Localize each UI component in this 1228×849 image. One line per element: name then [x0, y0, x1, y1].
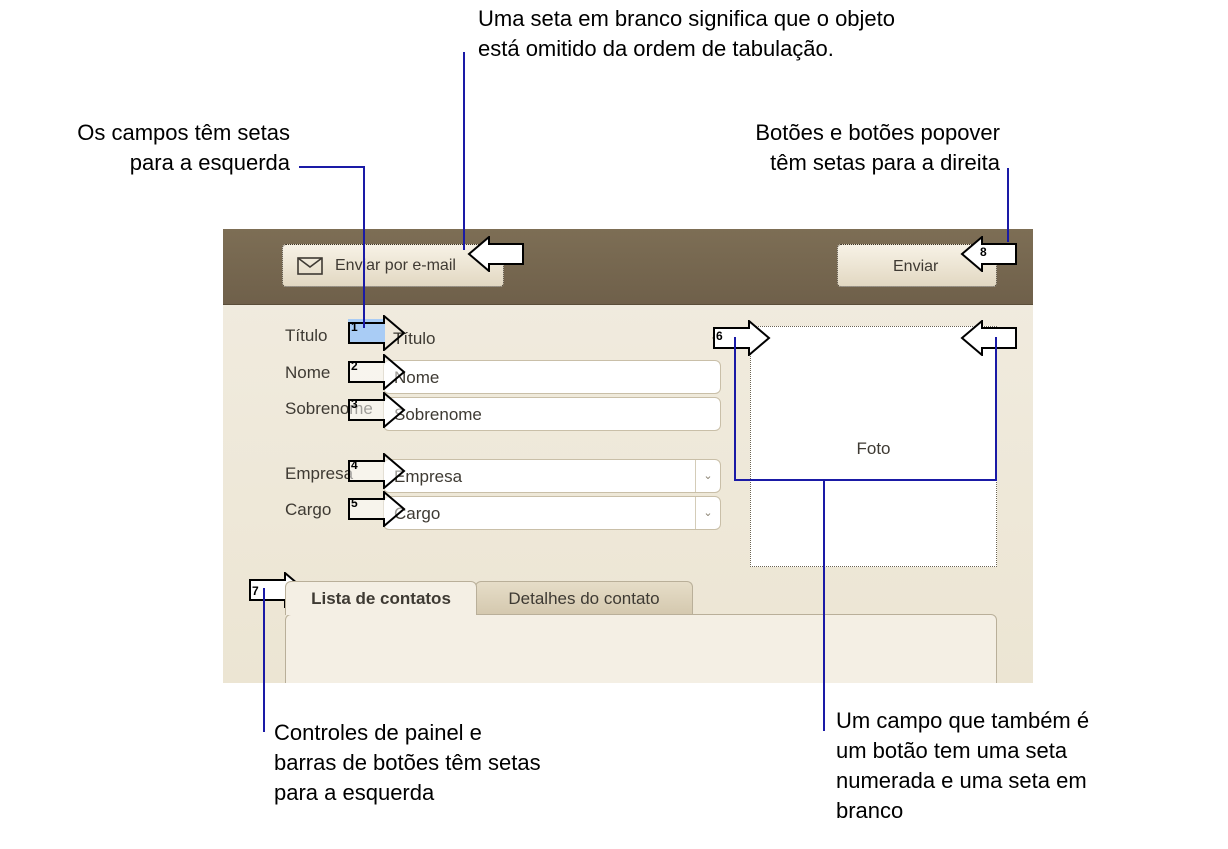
- chevron-down-icon[interactable]: ⌄: [695, 497, 720, 529]
- tab-detalhes-do-contato[interactable]: Detalhes do contato: [475, 581, 693, 615]
- send-label: Enviar: [893, 258, 939, 275]
- envelope-icon: [297, 257, 323, 275]
- leader-line: [299, 166, 364, 168]
- photo-label: Foto: [856, 439, 891, 458]
- callout-blank-arrow: Uma seta em branco significa que o objet…: [478, 6, 896, 61]
- tab-order-number: 4: [351, 458, 358, 472]
- leader-line: [263, 588, 265, 732]
- sobrenome-field[interactable]: Sobrenome: [383, 397, 721, 431]
- callout-buttons-right-arrows: Botões e botões popover têm setas para a…: [755, 120, 1000, 175]
- empresa-combo[interactable]: Empresa ⌄: [383, 459, 721, 493]
- tab-order-arrow-icon: [960, 236, 1017, 272]
- label-nome: Nome: [285, 363, 331, 382]
- leader-line: [363, 166, 365, 328]
- send-email-label: Enviar por e-mail: [335, 257, 456, 274]
- leader-line: [734, 479, 997, 481]
- blank-arrow-icon: [960, 320, 1017, 356]
- tab-order-number: 1: [351, 320, 358, 334]
- label-empresa: Empresa: [285, 464, 354, 483]
- callout-fields-left-arrows: Os campos têm setas para a esquerda: [77, 120, 290, 175]
- leader-line: [995, 337, 997, 481]
- label-titulo: Título: [285, 326, 328, 345]
- tab-order-number: 2: [351, 359, 358, 373]
- tab-panel: [285, 614, 997, 683]
- tab-order-number: 7: [252, 584, 259, 598]
- cargo-combo[interactable]: Cargo ⌄: [383, 496, 721, 530]
- photo-well[interactable]: Foto: [750, 326, 997, 567]
- form-panel: Enviar por e-mail Enviar Título Nome Sob…: [223, 229, 1033, 683]
- blank-arrow-icon: [467, 236, 524, 272]
- leader-line: [734, 337, 736, 481]
- callout-field-button: Um campo que também é um botão tem uma s…: [836, 708, 1090, 823]
- label-cargo: Cargo: [285, 500, 332, 519]
- chevron-down-icon[interactable]: ⌄: [695, 460, 720, 492]
- leader-line: [1007, 168, 1009, 242]
- tab-order-number: 8: [980, 245, 987, 259]
- tab-order-number: 5: [351, 496, 358, 510]
- callout-panel-controls: Controles de painel e barras de botões t…: [274, 720, 541, 805]
- tab-lista-de-contatos[interactable]: Lista de contatos: [285, 581, 477, 615]
- tab-order-number: 3: [351, 397, 358, 411]
- titulo-popup[interactable]: Título ⌄: [383, 322, 721, 356]
- tab-order-number: 6: [716, 329, 723, 343]
- leader-line: [463, 52, 465, 250]
- sobrenome-value: Sobrenome: [394, 405, 482, 424]
- nome-field[interactable]: Nome: [383, 360, 721, 394]
- leader-line: [823, 479, 825, 731]
- toolbar: Enviar por e-mail Enviar: [223, 229, 1033, 305]
